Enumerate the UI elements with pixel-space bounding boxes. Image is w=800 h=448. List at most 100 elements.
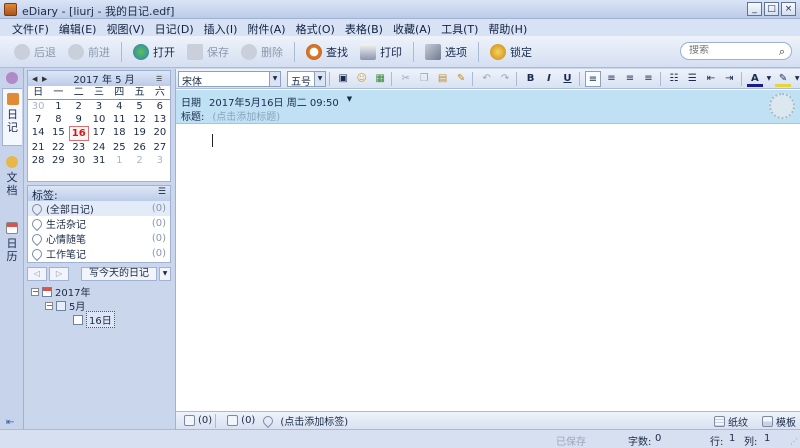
prev-entry-button[interactable]: ◁ [27, 266, 47, 281]
underline-icon[interactable]: U [559, 71, 575, 87]
tab-diary[interactable]: 日记 [2, 88, 22, 146]
menu-attachment[interactable]: 附件(A) [243, 19, 291, 36]
calendar-day[interactable]: 15 [48, 126, 68, 141]
calendar-day[interactable]: 18 [109, 126, 129, 141]
tree-node-year[interactable]: − 2017年 [31, 285, 90, 299]
indent-icon[interactable]: ⇥ [721, 71, 737, 87]
format-painter-icon[interactable]: ✎ [453, 71, 469, 87]
collapse-icon[interactable]: − [31, 287, 39, 296]
calendar-day[interactable]: 17 [89, 126, 109, 141]
calendar-day[interactable]: 20 [150, 126, 170, 141]
entry-title-input[interactable]: (点击添加标题) [212, 108, 280, 123]
tab-calendar[interactable]: 日历 [2, 218, 22, 276]
search-icon[interactable]: ⌕ [779, 45, 785, 59]
justify-icon[interactable]: ≡ [640, 71, 656, 87]
attachments-item[interactable]: (0) [184, 415, 212, 426]
calendar-day[interactable]: 3 [89, 100, 109, 113]
tab-settings-small[interactable] [2, 70, 22, 86]
bullet-list-icon[interactable]: ☰ [684, 71, 700, 87]
write-today-button[interactable]: 写今天的日记 [81, 266, 157, 281]
tag-item-all[interactable]: (全部日记) (0) [28, 201, 170, 216]
open-button[interactable]: 打开 [127, 40, 181, 64]
tree-node-month[interactable]: − 5月 [45, 299, 85, 313]
calendar-next-icon[interactable]: ▶ [42, 75, 52, 83]
calendar-day[interactable]: 28 [28, 154, 48, 167]
calendar-day[interactable]: 19 [129, 126, 149, 141]
menu-diary[interactable]: 日记(D) [151, 19, 200, 36]
collapse-icon[interactable]: − [45, 301, 53, 310]
comments-item[interactable]: (0) [227, 415, 255, 426]
italic-icon[interactable]: I [541, 71, 557, 87]
calendar-day[interactable]: 23 [69, 141, 89, 154]
font-color-dropdown-icon[interactable]: ▼ [765, 71, 773, 87]
editor-body[interactable] [176, 125, 800, 411]
weather-icon[interactable] [769, 93, 795, 119]
calendar-day[interactable]: 3 [150, 154, 170, 167]
insert-image-icon[interactable]: ▣ [335, 71, 351, 87]
calendar-day[interactable]: 25 [109, 141, 129, 154]
align-left-icon[interactable]: ≡ [584, 70, 602, 87]
highlight-color-icon[interactable]: ✎ [774, 71, 792, 87]
menu-format[interactable]: 格式(O) [292, 19, 341, 36]
calendar-day[interactable]: 21 [28, 141, 48, 154]
tag-item-life[interactable]: 生活杂记 (0) [28, 216, 170, 231]
font-color-icon[interactable]: A [746, 71, 764, 87]
calendar-day[interactable]: 31 [89, 154, 109, 167]
next-entry-button[interactable]: ▷ [49, 266, 69, 281]
write-today-dropdown-icon[interactable]: ▼ [159, 266, 171, 281]
calendar-day[interactable]: 14 [28, 126, 48, 141]
menu-file[interactable]: 文件(F) [8, 19, 55, 36]
calendar-day[interactable]: 29 [48, 154, 68, 167]
numbered-list-icon[interactable]: ☷ [666, 71, 682, 87]
calendar-day[interactable]: 7 [28, 113, 48, 126]
tree-node-day[interactable]: 16日 [73, 311, 115, 328]
template-button[interactable]: 模板 [762, 414, 796, 429]
calendar-day[interactable]: 24 [89, 141, 109, 154]
tags-menu-icon[interactable]: ☰ [158, 187, 166, 197]
collapse-panel-icon[interactable]: ⇤ [6, 417, 14, 428]
calendar-day[interactable]: 8 [48, 113, 68, 126]
date-dropdown-icon[interactable]: ▼ [347, 94, 352, 109]
calendar-day[interactable]: 13 [150, 113, 170, 126]
highlight-dropdown-icon[interactable]: ▼ [793, 71, 800, 87]
back-button[interactable]: 后退 [8, 40, 62, 64]
delete-button[interactable]: 删除 [235, 40, 289, 64]
calendar-day[interactable]: 1 [48, 100, 68, 113]
menu-table[interactable]: 表格(B) [341, 19, 389, 36]
calendar-day[interactable]: 6 [150, 100, 170, 113]
calendar-day[interactable]: 4 [109, 100, 129, 113]
menu-insert[interactable]: 插入(I) [200, 19, 244, 36]
calendar-day[interactable]: 11 [109, 113, 129, 126]
outdent-icon[interactable]: ⇤ [703, 71, 719, 87]
calendar-day[interactable]: 26 [129, 141, 149, 154]
paper-button[interactable]: 纸纹 [714, 414, 748, 429]
bold-icon[interactable]: B [522, 71, 538, 87]
cut-icon[interactable]: ✂ [397, 71, 413, 87]
redo-icon[interactable]: ↷ [497, 71, 513, 87]
calendar-day-today[interactable]: 16 [68, 126, 89, 141]
tag-item-mood[interactable]: 心情随笔 (0) [28, 231, 170, 246]
font-size-select[interactable]: 五号 ▼ [287, 70, 327, 88]
calendar-day[interactable]: 9 [69, 113, 89, 126]
calendar-day[interactable]: 22 [48, 141, 68, 154]
tag-item-work[interactable]: 工作笔记 (0) [28, 246, 170, 261]
entry-tags-item[interactable]: (点击添加标签) [261, 413, 348, 428]
align-right-icon[interactable]: ≡ [622, 71, 638, 87]
menu-tools[interactable]: 工具(T) [437, 19, 484, 36]
print-button[interactable]: 打印 [354, 40, 408, 64]
minimize-button[interactable]: _ [747, 2, 762, 16]
lock-button[interactable]: 锁定 [484, 40, 538, 64]
calendar-day[interactable]: 2 [69, 100, 89, 113]
menu-edit[interactable]: 编辑(E) [55, 19, 103, 36]
undo-icon[interactable]: ↶ [478, 71, 494, 87]
calendar-day[interactable]: 30 [28, 100, 48, 113]
calendar-day[interactable]: 30 [69, 154, 89, 167]
copy-icon[interactable]: ❐ [416, 71, 432, 87]
calendar-day[interactable]: 5 [129, 100, 149, 113]
font-family-select[interactable]: 宋体 ▼ [178, 70, 282, 88]
menu-help[interactable]: 帮助(H) [484, 19, 533, 36]
entry-date-value[interactable]: 2017年5月16日 周二 09:50 [209, 94, 339, 109]
paste-icon[interactable]: ▤ [434, 71, 450, 87]
menu-view[interactable]: 视图(V) [102, 19, 150, 36]
insert-emoticon-icon[interactable]: ☺ [354, 71, 370, 87]
